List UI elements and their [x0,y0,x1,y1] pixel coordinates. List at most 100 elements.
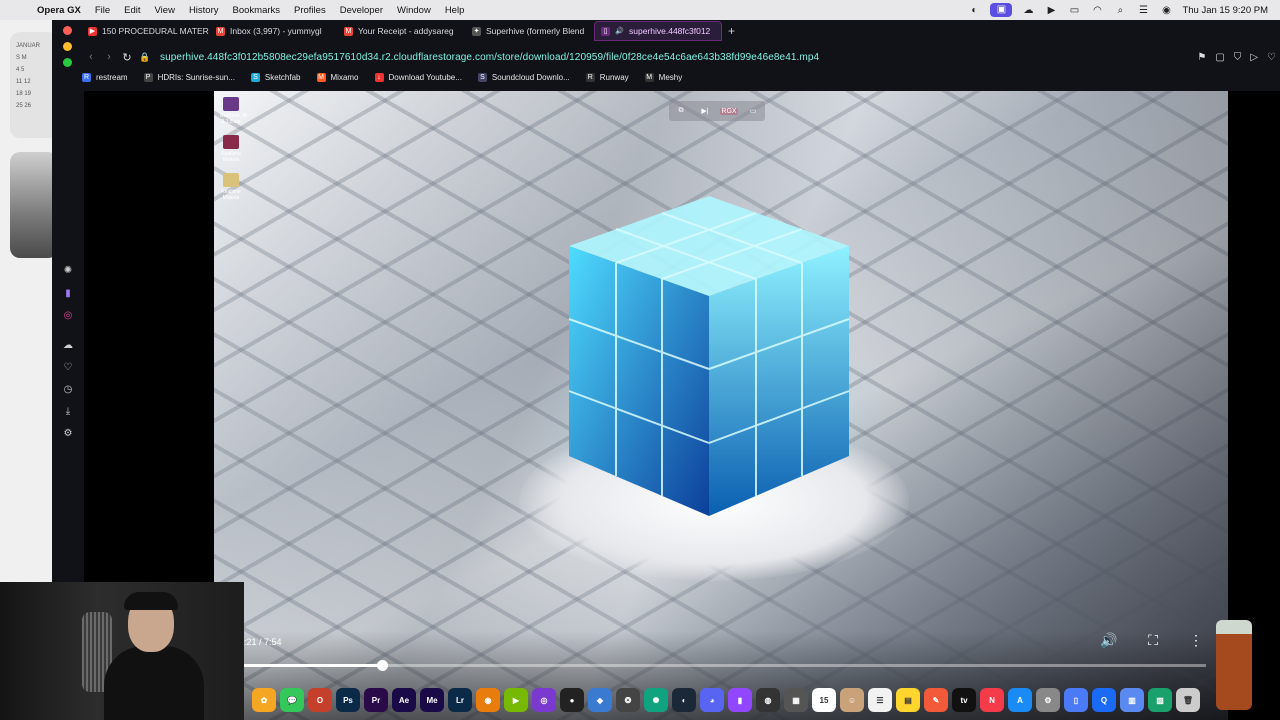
dock-app-purple-icon[interactable]: ◎ [532,688,556,712]
menu-help[interactable]: Help [438,5,472,16]
dock-chatgpt-icon[interactable]: ✺ [644,688,668,712]
wifi-icon[interactable]: ◠ [1090,5,1104,16]
dock-freeform-icon[interactable]: ✎ [924,688,948,712]
dock-news-icon[interactable]: N [980,688,1004,712]
dock-contacts-icon[interactable]: ☺ [840,688,864,712]
folder-icon[interactable] [223,135,239,149]
close-window-button[interactable] [63,26,72,35]
menu-edit[interactable]: Edit [117,5,147,16]
dock-calculator-icon[interactable]: ▦ [784,688,808,712]
instagram-icon[interactable]: ◎ [62,310,74,322]
bookmark-icon[interactable]: ⚑ [1197,52,1206,63]
dock-after-effects-icon[interactable]: Ae [392,688,416,712]
creative-cloud-icon[interactable]: ☁ [1021,5,1035,16]
seek-handle[interactable] [376,660,388,671]
reload-icon[interactable]: ↻ [118,51,136,64]
favorite-heart-icon[interactable]: ♡ [1267,52,1276,63]
tab-superhive-video[interactable]: ▯ 🔊 superhive.448fc3f012 [594,21,722,41]
menubar-clock[interactable]: Thu Jan 15 9:20 PM [1182,5,1268,16]
menu-view[interactable]: View [148,5,182,16]
screen-record-icon[interactable]: ▣ [990,3,1013,17]
dock-steam-icon[interactable]: ◐ [672,688,696,712]
bookmark-sketchfab[interactable]: S Sketchfab [250,72,301,82]
history-clock-icon[interactable]: ◷ [62,384,74,396]
calendar-widget[interactable]: JANUAR S M 4 5 11 12 18 19 25 26 [10,32,58,138]
bookmark-restream[interactable]: R restream [82,72,128,82]
photo-widget[interactable] [10,152,58,258]
video-player[interactable]: ⧉ ▶| RGX ▭ Realtime_M 2.1.5.zip Realtime… [214,91,1228,720]
seek-bar[interactable] [244,660,1206,671]
dock-trash-icon[interactable]: 🗑 [1176,688,1200,712]
bookmark-meshy[interactable]: M Meshy [644,72,682,82]
status-app-icon[interactable]: ◐ [967,5,981,16]
more-options-icon[interactable]: ⋮ [1187,632,1205,649]
dock-quicktime-icon[interactable]: Q [1092,688,1116,712]
tab-receipt[interactable]: M Your Receipt - addysareg [338,21,466,41]
menu-developer[interactable]: Developer [333,5,390,16]
dock-activity-icon[interactable]: ▧ [1148,688,1172,712]
dock-photoshop-icon[interactable]: Ps [336,688,360,712]
pip-button[interactable]: ⧉ [672,107,690,115]
menu-window[interactable]: Window [390,5,438,16]
tab-superhive[interactable]: ✦ Superhive (formerly Blend [466,21,594,41]
lock-icon[interactable]: 🔒 [136,52,154,63]
dock-calendar-icon[interactable]: 15 [812,688,836,712]
menu-app[interactable]: Opera GX [30,5,88,16]
fullscreen-icon[interactable]: ⛶ [1144,632,1162,649]
heart-icon[interactable]: ♡ [62,362,74,374]
volume-icon[interactable]: 🔊 [1100,632,1118,649]
forward-icon[interactable]: › [100,51,118,63]
dock-finder-2-icon[interactable]: ▥ [1120,688,1144,712]
dock-notes-icon[interactable]: ▤ [896,688,920,712]
tab-procedural-materials[interactable]: ▶ 150 PROCEDURAL MATER [82,21,210,41]
shield-icon[interactable]: ⛉ [1234,52,1242,63]
soundcloud-icon[interactable]: ☁ [62,340,74,352]
dock-photos-icon[interactable]: ✿ [252,688,276,712]
downloads-icon[interactable]: ⤓ [62,406,74,418]
dock-davinci-icon[interactable]: ❂ [616,688,640,712]
url-field[interactable]: superhive.448fc3f012b5808ec29efa9517610d… [160,52,819,63]
user-icon[interactable]: ◉ [1159,5,1173,16]
zoom-window-button[interactable] [63,58,72,67]
audio-playing-icon[interactable]: 🔊 [615,27,624,36]
dock-opera-icon[interactable]: O [308,688,332,712]
document-icon[interactable] [223,173,239,187]
menu-file[interactable]: File [88,5,117,16]
menu-bookmarks[interactable]: Bookmarks [226,5,288,16]
snapshot-icon[interactable]: ▢ [1215,52,1224,63]
bookmark-mixamo[interactable]: M Mixamo [316,72,359,82]
player-icon[interactable]: ▷ [1250,52,1258,63]
back-icon[interactable]: ‹ [82,51,100,63]
menu-history[interactable]: History [182,5,226,16]
chatgpt-icon[interactable]: ✺ [62,265,74,277]
dock-blender-icon[interactable]: ◉ [476,688,500,712]
dock-nvidia-icon[interactable]: ▶ [504,688,528,712]
dock-lightroom-icon[interactable]: Lr [448,688,472,712]
bookmark-download-youtube[interactable]: ↓ Download Youtube... [374,72,462,82]
new-tab-button[interactable]: + [728,24,735,38]
twitch-icon[interactable]: ▮ [62,288,74,300]
dock-premiere-icon[interactable]: Pr [364,688,388,712]
dock-discord-icon[interactable]: ◕ [700,688,724,712]
dock-twitch-icon[interactable]: ▮ [728,688,752,712]
dock-messages-icon[interactable]: 💬 [280,688,304,712]
skip-button[interactable]: ▶| [696,107,714,115]
rgx-button[interactable]: RGX [720,107,738,115]
bookmark-soundcloud[interactable]: S Soundcloud Downlo... [477,72,570,82]
play-status-icon[interactable]: ▶ [1044,5,1058,16]
dock-settings-icon[interactable]: ⚙ [1036,688,1060,712]
dock-preview-icon[interactable]: ▯ [1064,688,1088,712]
bookmark-runway[interactable]: R Runway [585,72,629,82]
dock-obs-icon[interactable]: ● [560,688,584,712]
settings-gear-icon[interactable]: ⚙ [62,428,74,440]
dock-app-blue-icon[interactable]: ◆ [588,688,612,712]
spotlight-search-icon[interactable]: ⌕ [1113,5,1127,16]
tab-gmail-inbox[interactable]: M Inbox (3,997) - yummygl [210,21,338,41]
dock-reminders-icon[interactable]: ☰ [868,688,892,712]
control-center-icon[interactable]: ☰ [1136,5,1150,16]
minimize-window-button[interactable] [63,42,72,51]
dock-media-encoder-icon[interactable]: Me [420,688,444,712]
popout-button[interactable]: ▭ [744,107,762,115]
zip-file-icon[interactable] [223,97,239,111]
dock-app-store-icon[interactable]: A [1008,688,1032,712]
